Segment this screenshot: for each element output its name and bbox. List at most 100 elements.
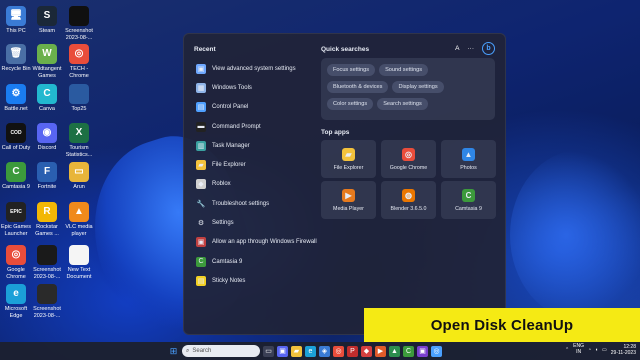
recent-item[interactable]: ▣ View advanced system settings — [196, 59, 331, 78]
taskbar-search[interactable]: ⌕ Search — [182, 345, 260, 357]
desktop-icon[interactable]: X Tourism Statistics... — [63, 123, 95, 158]
desktop-icon[interactable]: ◎ TECH - Chrome — [63, 44, 95, 79]
recent-item[interactable]: C Camtasia 9 — [196, 252, 331, 271]
desktop-icon-label: Arun — [73, 184, 85, 190]
recent-item-icon: ▤ — [196, 275, 206, 286]
desktop-icon[interactable]: ⚙ Battle.net — [0, 84, 32, 113]
desktop-icon-label: Steam — [39, 28, 55, 34]
desktop-icon[interactable]: W Wildtangent Games — [31, 44, 63, 79]
quick-search-chip[interactable]: Bluetooth & devices — [327, 81, 389, 93]
camtasia-icon[interactable]: C — [403, 345, 414, 357]
desktop-icon[interactable]: ▲ VLC media player — [63, 202, 95, 237]
top-app-label: Blender 3.6.5.0 — [390, 205, 427, 212]
volume-icon[interactable]: ◖ — [595, 347, 598, 353]
desktop-icon[interactable]: ▭ Arun — [63, 162, 95, 191]
edge-icon[interactable]: e — [305, 345, 316, 357]
recent-item-icon: ▣ — [196, 237, 206, 248]
desktop-icon[interactable]: 🖥 This PC — [0, 6, 32, 35]
recent-item-label: Task Manager — [212, 142, 250, 149]
quick-search-chip[interactable]: Focus settings — [327, 64, 376, 76]
wifi-icon[interactable]: ◔ — [588, 347, 591, 353]
desktop-icon[interactable]: ◎ Google Chrome — [0, 245, 32, 280]
quick-search-chip[interactable]: Sound settings — [379, 64, 429, 76]
recent-item[interactable]: ▦ Windows Tools — [196, 78, 331, 97]
store-icon[interactable]: ◈ — [319, 345, 330, 357]
desktop-icon-image: 🗑 — [6, 44, 26, 64]
desktop-icon[interactable]: Screenshot 2023-08-... — [31, 245, 63, 280]
recent-item[interactable]: 🔧 Troubleshoot settings — [196, 194, 331, 213]
clock[interactable]: 12:28 29-11-2023 — [611, 344, 636, 356]
task-view-icon[interactable]: ▭ — [263, 345, 274, 357]
recent-item-icon: ▤ — [196, 102, 206, 113]
more-options-button[interactable]: ··· — [468, 45, 475, 52]
system-tray: ⌃ ENG IN ◔ ◖ ▭ 12:28 29-11-2023 — [565, 344, 636, 356]
top-app-tile[interactable]: ◍ Blender 3.6.5.0 — [381, 181, 436, 219]
chevron-up-icon[interactable]: ⌃ — [565, 347, 569, 353]
desktop-icon[interactable]: Screenshot 2023-08-... — [31, 284, 63, 319]
app-icon-4[interactable]: ▣ — [417, 345, 428, 357]
app-icon-3[interactable]: ▲ — [389, 345, 400, 357]
top-app-tile[interactable]: ◎ Google Chrome — [381, 140, 436, 178]
desktop-icon[interactable]: C Canva — [31, 84, 63, 113]
desktop-icon-label: Google Chrome — [6, 267, 26, 280]
top-app-label: File Explorer — [333, 164, 364, 171]
quick-search-chip[interactable]: Color settings — [327, 98, 374, 110]
desktop-icon-label: Discord — [37, 145, 57, 151]
start-button[interactable]: ⊞ — [168, 346, 179, 357]
language-indicator[interactable]: ENG IN — [573, 344, 584, 355]
desktop-icon[interactable]: C Camtasia 9 — [0, 162, 32, 191]
desktop-icon-image: ▲ — [69, 202, 89, 222]
battery-icon[interactable]: ▭ — [602, 347, 607, 353]
desktop-icon[interactable]: EPIC Epic Games Launcher — [0, 202, 32, 237]
top-app-tile[interactable]: ▲ Photos — [441, 140, 496, 178]
top-app-tile[interactable]: C Camtasia 9 — [441, 181, 496, 219]
icon-p[interactable]: P — [347, 345, 358, 357]
recent-item[interactable]: ▤ Control Panel — [196, 98, 331, 117]
quick-search-chip[interactable]: Display settings — [392, 81, 444, 93]
desktop-icon-label: Screenshot 2023-08-... — [33, 306, 61, 319]
desktop-icon-image: COD — [6, 123, 26, 143]
taskbar-icons: ⊞ ⌕ Search ▭ ▣ ▰ e ◈ ◎ P ◆ ▶ ▲ C ▣ ◎ — [168, 345, 442, 357]
caption-banner: Open Disk CleanUp — [364, 308, 640, 342]
top-app-tile[interactable]: ▶ Media Player — [321, 181, 376, 219]
desktop-icon-label: This PC — [6, 28, 26, 34]
bing-icon[interactable]: b — [482, 42, 495, 55]
desktop-icon[interactable]: R Rockstar Games ... — [31, 202, 63, 237]
desktop-icon-label: Screenshot 2023-08-... — [65, 28, 93, 41]
recent-item[interactable]: ▣ Allow an app through Windows Firewall — [196, 233, 331, 252]
recent-item[interactable]: ▬ Command Prompt — [196, 117, 331, 136]
desktop-icon[interactable]: ◉ Discord — [31, 123, 63, 152]
chrome-icon[interactable]: ◎ — [333, 345, 344, 357]
file-explorer-icon[interactable]: ▰ — [291, 345, 302, 357]
desktop-icon-image — [37, 284, 57, 304]
chat-icon[interactable]: ▣ — [277, 345, 288, 357]
desktop-icon[interactable]: Top25 — [63, 84, 95, 113]
desktop-icon-image: 🖥 — [6, 6, 26, 26]
desktop-icon[interactable]: Screenshot 2023-08-... — [63, 6, 95, 41]
top-app-label: Media Player — [333, 205, 364, 212]
desktop-icon-image: R — [37, 202, 57, 222]
recent-item[interactable]: ▤ Sticky Notes — [196, 271, 331, 290]
top-app-tile[interactable]: ▰ File Explorer — [321, 140, 376, 178]
recent-item[interactable]: ▥ Task Manager — [196, 136, 331, 155]
lang-region: IN — [576, 349, 582, 355]
desktop-icon[interactable]: S Steam — [31, 6, 63, 35]
account-button[interactable]: A — [455, 45, 459, 52]
recent-item-label: Settings — [212, 220, 234, 227]
app-icon-2[interactable]: ◆ — [361, 345, 372, 357]
app-icon-5[interactable]: ◎ — [431, 345, 442, 357]
desktop-icon[interactable]: New Text Document — [63, 245, 95, 280]
play-icon[interactable]: ▶ — [375, 345, 386, 357]
recent-item[interactable]: ◆ Roblox — [196, 175, 331, 194]
desktop-icon-image: ▭ — [69, 162, 89, 182]
desktop-icon[interactable]: COD Call of Duty — [0, 123, 32, 152]
recent-item[interactable]: ⚙ Settings — [196, 213, 331, 232]
recent-item-icon: ▣ — [196, 63, 206, 74]
desktop-icon[interactable]: 🗑 Recycle Bin — [0, 44, 32, 73]
quick-search-chip[interactable]: Search settings — [377, 98, 428, 110]
recent-item[interactable]: ▰ File Explorer — [196, 155, 331, 174]
desktop-icon[interactable]: e Microsoft Edge — [0, 284, 32, 319]
recent-item-label: Allow an app through Windows Firewall — [212, 239, 317, 246]
recent-heading: Recent — [194, 46, 216, 53]
desktop-icon[interactable]: F Fortnite — [31, 162, 63, 191]
